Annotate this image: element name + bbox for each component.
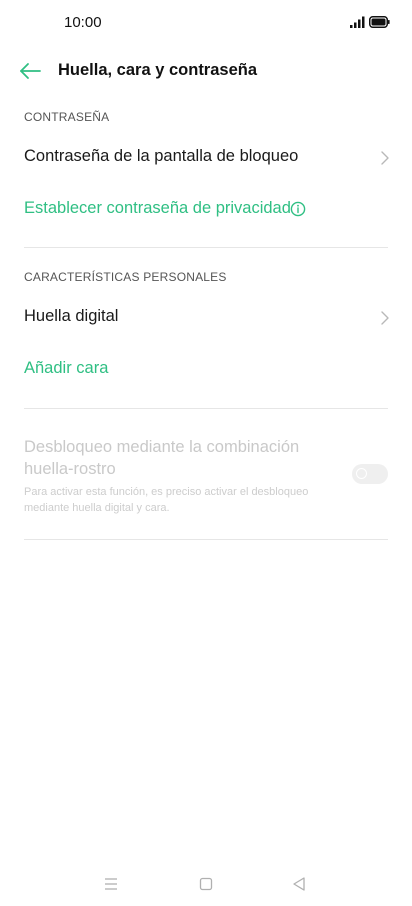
divider <box>24 408 388 409</box>
settings-screen: 10:00 Huella, cara y contraseña CONTRASE… <box>0 0 412 906</box>
back-arrow-icon[interactable] <box>18 60 44 82</box>
combo-unlock-item: Desbloqueo mediante la combinación huell… <box>0 432 412 522</box>
signal-icon <box>350 16 365 28</box>
menu-icon[interactable] <box>101 874 121 894</box>
section-header-password: CONTRASEÑA <box>24 110 110 124</box>
add-face-item[interactable]: Añadir cara <box>0 346 412 394</box>
chevron-right-icon <box>381 151 389 165</box>
toggle-knob <box>356 468 367 479</box>
status-time: 10:00 <box>64 14 102 31</box>
status-bar: 10:00 <box>0 0 412 46</box>
fingerprint-label: Huella digital <box>24 307 119 325</box>
lock-screen-password-item[interactable]: Contraseña de la pantalla de bloqueo <box>0 134 412 182</box>
back-triangle-icon[interactable] <box>289 874 309 894</box>
privacy-password-item[interactable]: Establecer contraseña de privacidad <box>0 186 412 234</box>
divider <box>24 247 388 248</box>
fingerprint-item[interactable]: Huella digital <box>0 294 412 342</box>
chevron-right-icon <box>381 311 389 325</box>
info-icon[interactable] <box>290 201 306 217</box>
battery-icon <box>369 16 390 28</box>
home-icon[interactable] <box>196 874 216 894</box>
privacy-password-label: Establecer contraseña de privacidad <box>24 199 291 217</box>
lock-screen-password-label: Contraseña de la pantalla de bloqueo <box>24 147 299 165</box>
system-nav-bar <box>0 866 412 902</box>
section-header-personal: CARACTERÍSTICAS PERSONALES <box>24 270 227 284</box>
app-header: Huella, cara y contraseña <box>0 52 412 92</box>
add-face-label: Añadir cara <box>24 359 109 377</box>
page-title: Huella, cara y contraseña <box>58 61 258 79</box>
divider <box>24 539 388 540</box>
combo-unlock-description: Para activar esta función, es preciso ac… <box>24 486 309 514</box>
combo-unlock-toggle <box>352 464 388 484</box>
combo-unlock-title: Desbloqueo mediante la combinación huell… <box>24 438 300 478</box>
